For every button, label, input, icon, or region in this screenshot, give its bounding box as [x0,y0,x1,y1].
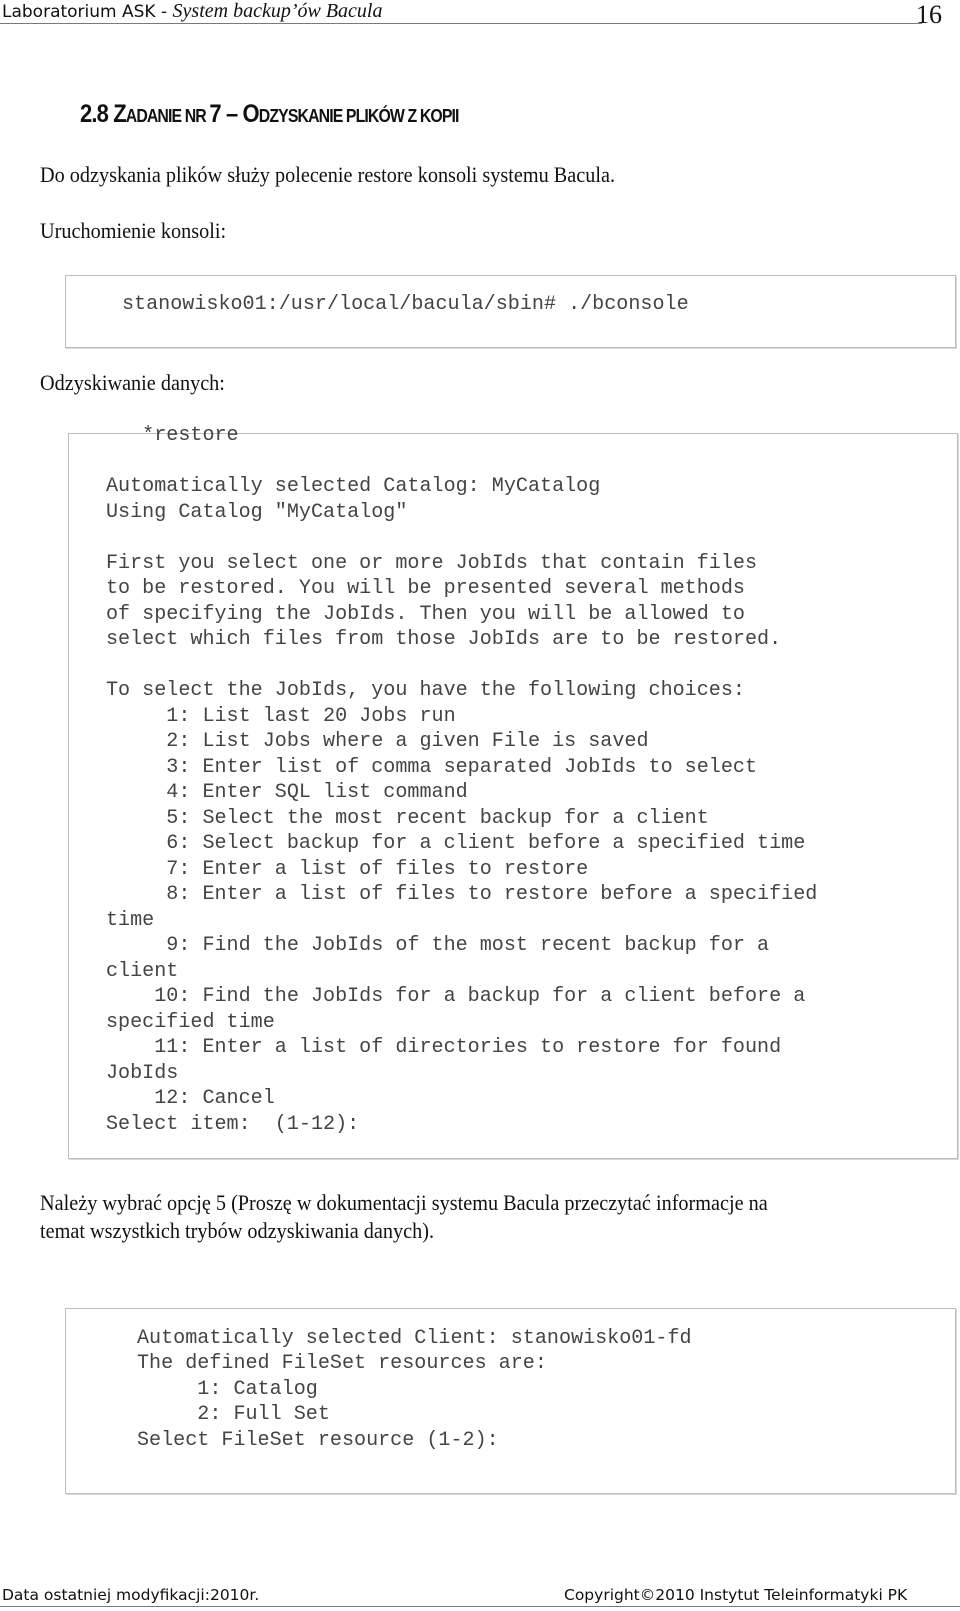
restore-output-line: 4: Enter SQL list command [106,781,468,804]
restore-output-line: Select item: (1-12): [106,1112,360,1136]
restore-output-line [106,653,817,679]
restore-output-line: of specifying the JobIds. Then you will … [106,602,745,626]
section-title: 2.8 ZADANIE NR 7 – ODZYSKANIE PLIKÓW Z K… [80,100,459,129]
restore-output-line: select which files from those JobIds are… [106,628,782,651]
course-name: Laboratorium ASK [2,2,156,22]
header-separator: - [155,2,173,22]
title-part: Z [113,100,126,128]
restore-output-line: time [106,908,155,932]
restore-output-line: *restore [106,424,239,447]
restore-output-line [106,525,817,551]
restore-output-line: To select the JobIds, you have the follo… [106,679,745,702]
restore-output-line: specified time [106,1010,275,1034]
footer-divider [0,1606,960,1607]
document-subject: System backup’ów Bacula [172,0,383,22]
running-header: Laboratorium ASK - System backup’ów Bacu… [2,0,382,23]
restore-output-line: 7: Enter a list of files to restore [106,857,589,881]
restore-output: *restore Automatically selected Catalog:… [106,423,817,1137]
restore-output-line [106,449,817,475]
restore-code-box: *restore Automatically selected Catalog:… [68,424,958,1159]
choice-paragraph-line-1: Należy wybrać opcję 5 (Proszę w dokument… [40,1190,768,1215]
page-number: 16 [916,0,942,29]
fileset-output-line: Automatically selected Client: stanowisk… [137,1326,692,1350]
restore-output-line: 11: Enter a list of directories to resto… [106,1036,782,1059]
choice-paragraph-line-2: temat wszystkich trybów odzyskiwania dan… [40,1218,435,1243]
title-part: 7 – O [209,100,259,128]
restore-output-line: JobIds [106,1061,179,1085]
fileset-code-box: Automatically selected Client: stanowisk… [65,1308,956,1494]
restore-output-line: 3: Enter list of comma separated JobIds … [106,755,758,779]
restore-output-line: 1: List last 20 Jobs run [106,704,456,728]
fileset-output-line: 1: Catalog [137,1377,318,1401]
footer-copyright: Copyright©2010 Instytut Teleinformatyki … [564,1586,908,1604]
intro-paragraph: Do odzyskania plików służy polecenie res… [40,162,616,187]
restore-output-line: First you select one or more JobIds that… [106,551,758,575]
restore-output-line: to be restored. You will be presented se… [106,577,745,600]
restore-output-line: 8: Enter a list of files to restore befo… [106,883,818,906]
fileset-output-line: The defined FileSet resources are: [137,1352,547,1375]
restore-output-line: Using Catalog "MyCatalog" [106,500,408,524]
console-label: Uruchomienie konsoli: [40,218,227,243]
section-number: 2.8 [80,100,109,128]
restore-label: Odzyskiwanie danych: [40,370,225,395]
console-code-box: stanowisko01:/usr/local/bacula/sbin# ./b… [65,275,956,348]
restore-output-line: 5: Select the most recent backup for a c… [106,806,709,830]
fileset-output-line: 2: Full Set [137,1403,330,1426]
restore-output-line: 10: Find the JobIds for a backup for a c… [106,985,806,1008]
title-part: ADANIE NR [125,106,210,126]
footer-modified-date: Data ostatniej modyfikacji:2010r. [2,1586,260,1604]
header-divider [0,23,922,24]
restore-output-line: 9: Find the JobIds of the most recent ba… [106,934,770,957]
restore-output-line: client [106,959,179,983]
restore-output-line: 12: Cancel [106,1087,275,1110]
title-part: DZYSKANIE PLIKÓW Z KOPII [258,106,460,126]
restore-output-line: Automatically selected Catalog: MyCatalo… [106,475,601,498]
restore-output-line: 6: Select backup for a client before a s… [106,832,806,855]
restore-output-line: 2: List Jobs where a given File is saved [106,730,649,753]
fileset-output-line [137,1300,692,1326]
fileset-output-line: Select FileSet resource (1-2): [137,1428,499,1452]
console-command: stanowisko01:/usr/local/bacula/sbin# ./b… [122,293,689,316]
fileset-output: Automatically selected Client: stanowisk… [137,1300,692,1453]
